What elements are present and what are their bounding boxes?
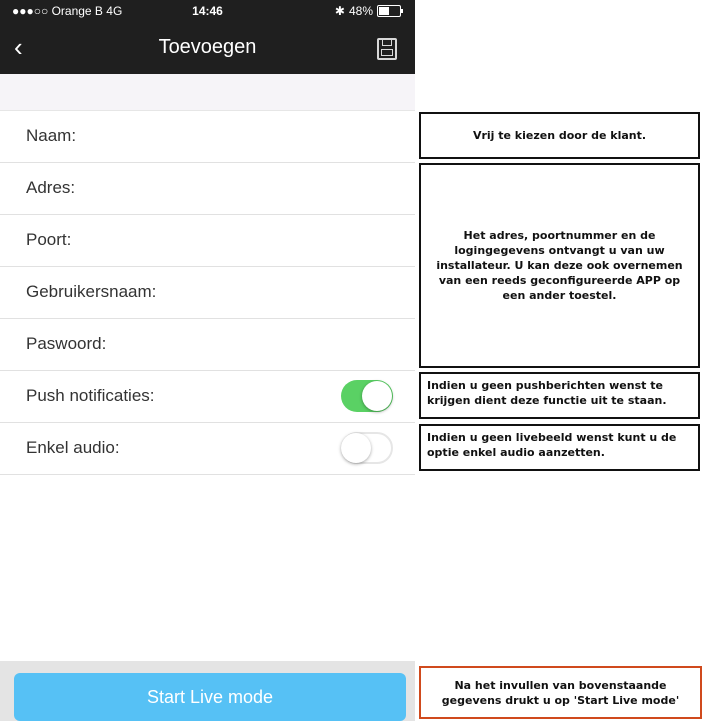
status-bar: ●●●○○ Orange B 4G 14:46 ✱ 48% (0, 0, 415, 22)
row-enkel-audio: Enkel audio: (0, 423, 415, 475)
row-push-notificaties: Push notificaties: (0, 371, 415, 423)
page-title: Toevoegen (158, 36, 257, 58)
annotation-adres: Het adres, poortnummer en de logingegeve… (419, 163, 700, 368)
toggle-knob (341, 433, 371, 463)
battery-icon (377, 5, 403, 17)
toggle-label: Enkel audio: (26, 438, 120, 457)
toggle-knob (362, 381, 392, 411)
bottom-bar: Start Live mode (0, 661, 415, 721)
field-gebruikersnaam[interactable]: Gebruikersnaam: (0, 267, 415, 319)
battery-percent: 48% (348, 4, 373, 18)
battery-fill (379, 7, 389, 15)
phone-screen: ●●●○○ Orange B 4G 14:46 ✱ 48% ‹ Toevoege… (0, 0, 415, 721)
annotation-audio: Indien u geen livebeeld wenst kunt u de … (419, 424, 700, 471)
field-naam[interactable]: Naam: (0, 111, 415, 163)
annotation-push: Indien u geen pushberichten wenst te kri… (419, 372, 700, 419)
section-spacer (0, 74, 415, 111)
field-label: Poort: (26, 230, 72, 249)
annotation-naam: Vrij te kiezen door de klant. (419, 112, 700, 159)
field-poort[interactable]: Poort: (0, 215, 415, 267)
bluetooth-icon: ✱ (334, 4, 345, 18)
field-paswoord[interactable]: Paswoord: (0, 319, 415, 371)
status-right: ✱ 48% (334, 4, 403, 18)
nav-bar: ‹ Toevoegen (0, 22, 415, 74)
field-adres[interactable]: Adres: (0, 163, 415, 215)
floppy-disk-icon[interactable] (377, 38, 397, 60)
start-live-mode-button[interactable]: Start Live mode (14, 673, 406, 721)
field-label: Paswoord: (26, 334, 107, 353)
enkel-audio-toggle[interactable] (341, 432, 393, 464)
push-notificaties-toggle[interactable] (341, 380, 393, 412)
toggle-label: Push notificaties: (26, 386, 155, 405)
field-label: Gebruikersnaam: (26, 282, 157, 301)
field-label: Naam: (26, 126, 77, 145)
annotation-start: Na het invullen van bovenstaande gegeven… (419, 666, 702, 719)
field-label: Adres: (26, 178, 76, 197)
